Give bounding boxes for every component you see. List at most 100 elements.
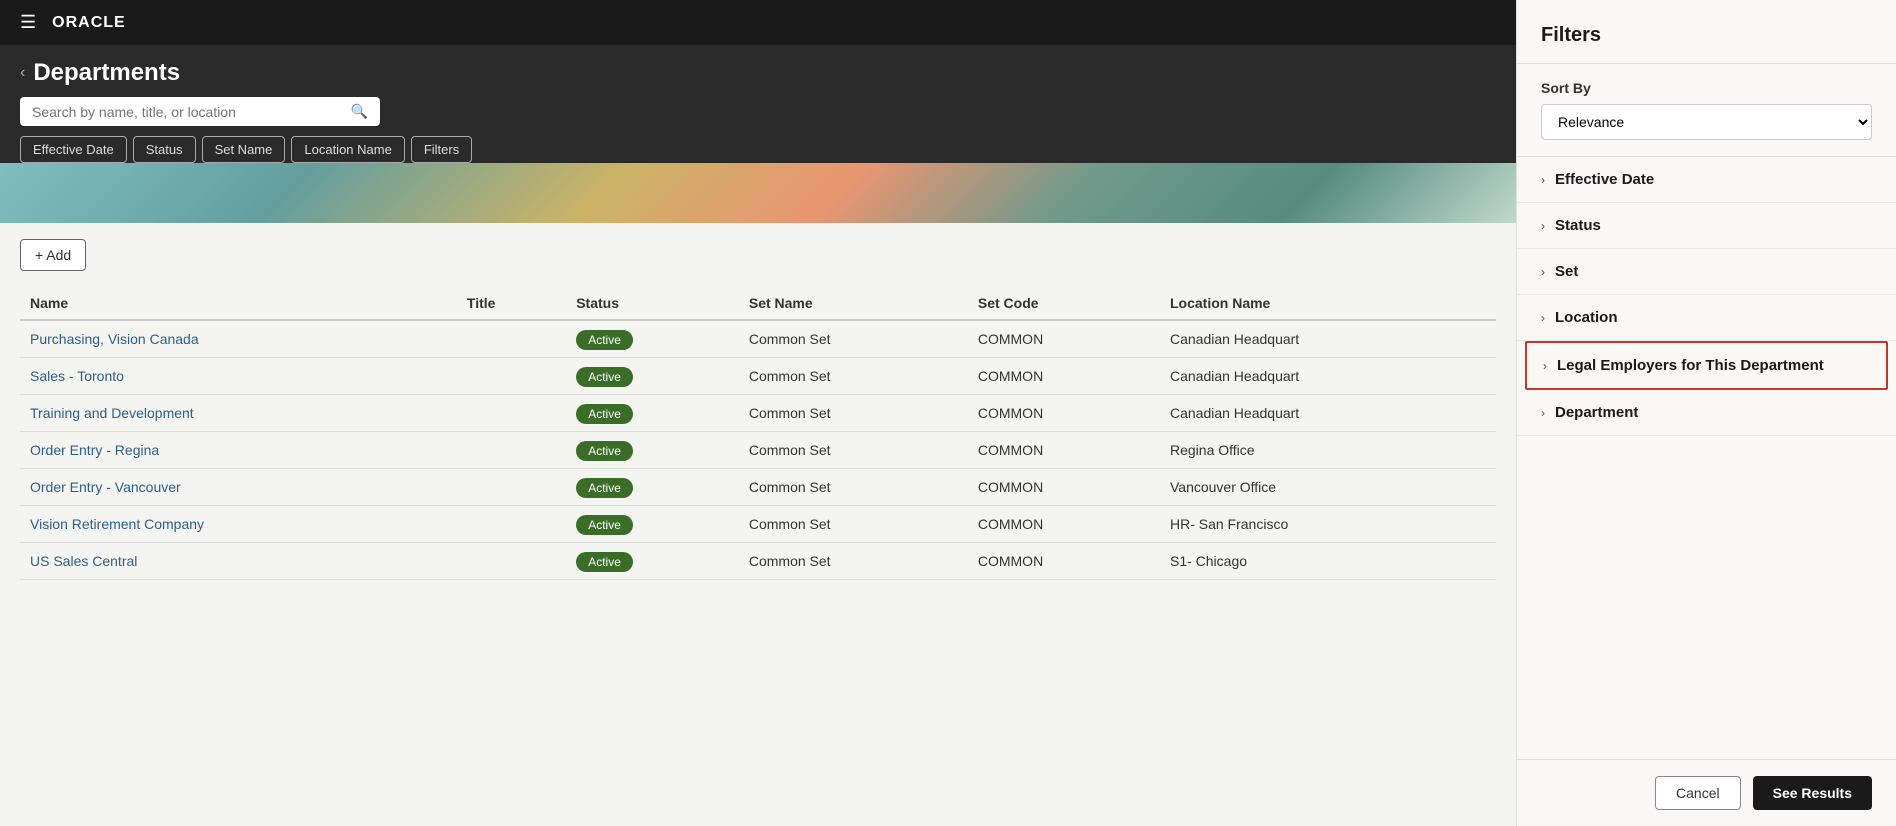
cell-set-code: COMMON [968,432,1160,469]
filters-panel: Filters Sort By Relevance Name Date › Ef… [1516,0,1896,826]
cell-set-code: COMMON [968,506,1160,543]
status-badge: Active [576,515,633,535]
filters-panel-title: Filters [1517,0,1896,64]
department-name-link[interactable]: Vision Retirement Company [30,516,204,532]
cell-title [457,506,566,543]
cell-set-code: COMMON [968,469,1160,506]
department-name-link[interactable]: US Sales Central [30,553,137,569]
cell-status: Active [566,432,739,469]
status-badge: Active [576,441,633,461]
col-title: Title [457,287,566,320]
filter-section-item[interactable]: › Location [1517,295,1896,341]
cell-set-name: Common Set [739,320,968,358]
department-name-link[interactable]: Sales - Toronto [30,368,124,384]
chevron-right-icon: › [1541,406,1545,420]
filters-btn[interactable]: Filters [411,136,472,163]
cell-location: S1- Chicago [1160,543,1496,580]
content-area: + Add Name Title Status Set Name Set Cod… [0,223,1516,826]
table-row: Purchasing, Vision Canada Active Common … [20,320,1496,358]
set-name-filter-btn[interactable]: Set Name [202,136,286,163]
cell-title [457,358,566,395]
sort-section: Sort By Relevance Name Date [1517,64,1896,157]
cell-status: Active [566,320,739,358]
decorative-banner [0,163,1516,223]
page-title: Departments [33,59,180,87]
back-arrow-icon[interactable]: ‹ [20,64,25,82]
filter-section-label: Location [1555,309,1618,326]
department-name-link[interactable]: Order Entry - Regina [30,442,159,458]
filter-section-item[interactable]: › Status [1517,203,1896,249]
cell-location: Vancouver Office [1160,469,1496,506]
filter-section-item[interactable]: › Legal Employers for This Department [1525,341,1888,390]
chevron-right-icon: › [1541,219,1545,233]
table-row: Sales - Toronto Active Common Set COMMON… [20,358,1496,395]
search-row: 🔍 [20,97,1496,126]
col-name: Name [20,287,457,320]
filter-section-label: Department [1555,404,1638,421]
page-header: ‹ Departments 🔍 Effective Date Status Se… [0,45,1516,163]
cell-name: Sales - Toronto [20,358,457,395]
cell-title [457,432,566,469]
department-name-link[interactable]: Purchasing, Vision Canada [30,331,199,347]
cell-set-name: Common Set [739,543,968,580]
cell-name: Order Entry - Vancouver [20,469,457,506]
department-name-link[interactable]: Order Entry - Vancouver [30,479,181,495]
filter-buttons-row: Effective Date Status Set Name Location … [20,136,1496,163]
filter-section-label: Legal Employers for This Department [1557,357,1824,374]
cell-location: Canadian Headquart [1160,358,1496,395]
cell-set-code: COMMON [968,543,1160,580]
cell-location: HR- San Francisco [1160,506,1496,543]
cell-title [457,469,566,506]
filter-section-label: Set [1555,263,1578,280]
panel-footer: Cancel See Results [1517,759,1896,826]
cell-set-name: Common Set [739,395,968,432]
cell-title [457,395,566,432]
cell-set-code: COMMON [968,320,1160,358]
department-name-link[interactable]: Training and Development [30,405,194,421]
chevron-right-icon: › [1541,173,1545,187]
cell-name: US Sales Central [20,543,457,580]
status-badge: Active [576,478,633,498]
filter-sections-list: › Effective Date › Status › Set › Locati… [1517,157,1896,759]
status-filter-btn[interactable]: Status [133,136,196,163]
cell-set-name: Common Set [739,358,968,395]
filter-section-item[interactable]: › Department [1517,390,1896,436]
col-location-name: Location Name [1160,287,1496,320]
cancel-button[interactable]: Cancel [1655,776,1741,810]
sort-by-label: Sort By [1541,80,1872,96]
effective-date-filter-btn[interactable]: Effective Date [20,136,127,163]
cell-set-code: COMMON [968,358,1160,395]
add-button[interactable]: + Add [20,239,86,271]
location-name-filter-btn[interactable]: Location Name [291,136,404,163]
cell-status: Active [566,506,739,543]
status-badge: Active [576,552,633,572]
filter-section-item[interactable]: › Set [1517,249,1896,295]
cell-title [457,543,566,580]
cell-name: Vision Retirement Company [20,506,457,543]
col-status: Status [566,287,739,320]
oracle-logo: ORACLE [52,14,126,32]
see-results-button[interactable]: See Results [1753,776,1872,810]
cell-set-code: COMMON [968,395,1160,432]
cell-location: Canadian Headquart [1160,395,1496,432]
chevron-right-icon: › [1541,265,1545,279]
cell-name: Purchasing, Vision Canada [20,320,457,358]
search-box: 🔍 [20,97,380,126]
search-icon[interactable]: 🔍 [351,103,368,120]
table-row: US Sales Central Active Common Set COMMO… [20,543,1496,580]
col-set-code: Set Code [968,287,1160,320]
cell-location: Canadian Headquart [1160,320,1496,358]
status-badge: Active [576,330,633,350]
search-input[interactable] [32,104,343,120]
cell-location: Regina Office [1160,432,1496,469]
departments-table: Name Title Status Set Name Set Code Loca… [20,287,1496,580]
cell-set-name: Common Set [739,506,968,543]
hamburger-icon[interactable]: ☰ [20,12,36,33]
cell-name: Order Entry - Regina [20,432,457,469]
sort-by-select[interactable]: Relevance Name Date [1541,104,1872,140]
breadcrumb: ‹ Departments [20,59,1496,87]
table-row: Training and Development Active Common S… [20,395,1496,432]
cell-set-name: Common Set [739,432,968,469]
main-area: ☰ ORACLE ‹ Departments 🔍 Effective Date … [0,0,1516,826]
filter-section-item[interactable]: › Effective Date [1517,157,1896,203]
